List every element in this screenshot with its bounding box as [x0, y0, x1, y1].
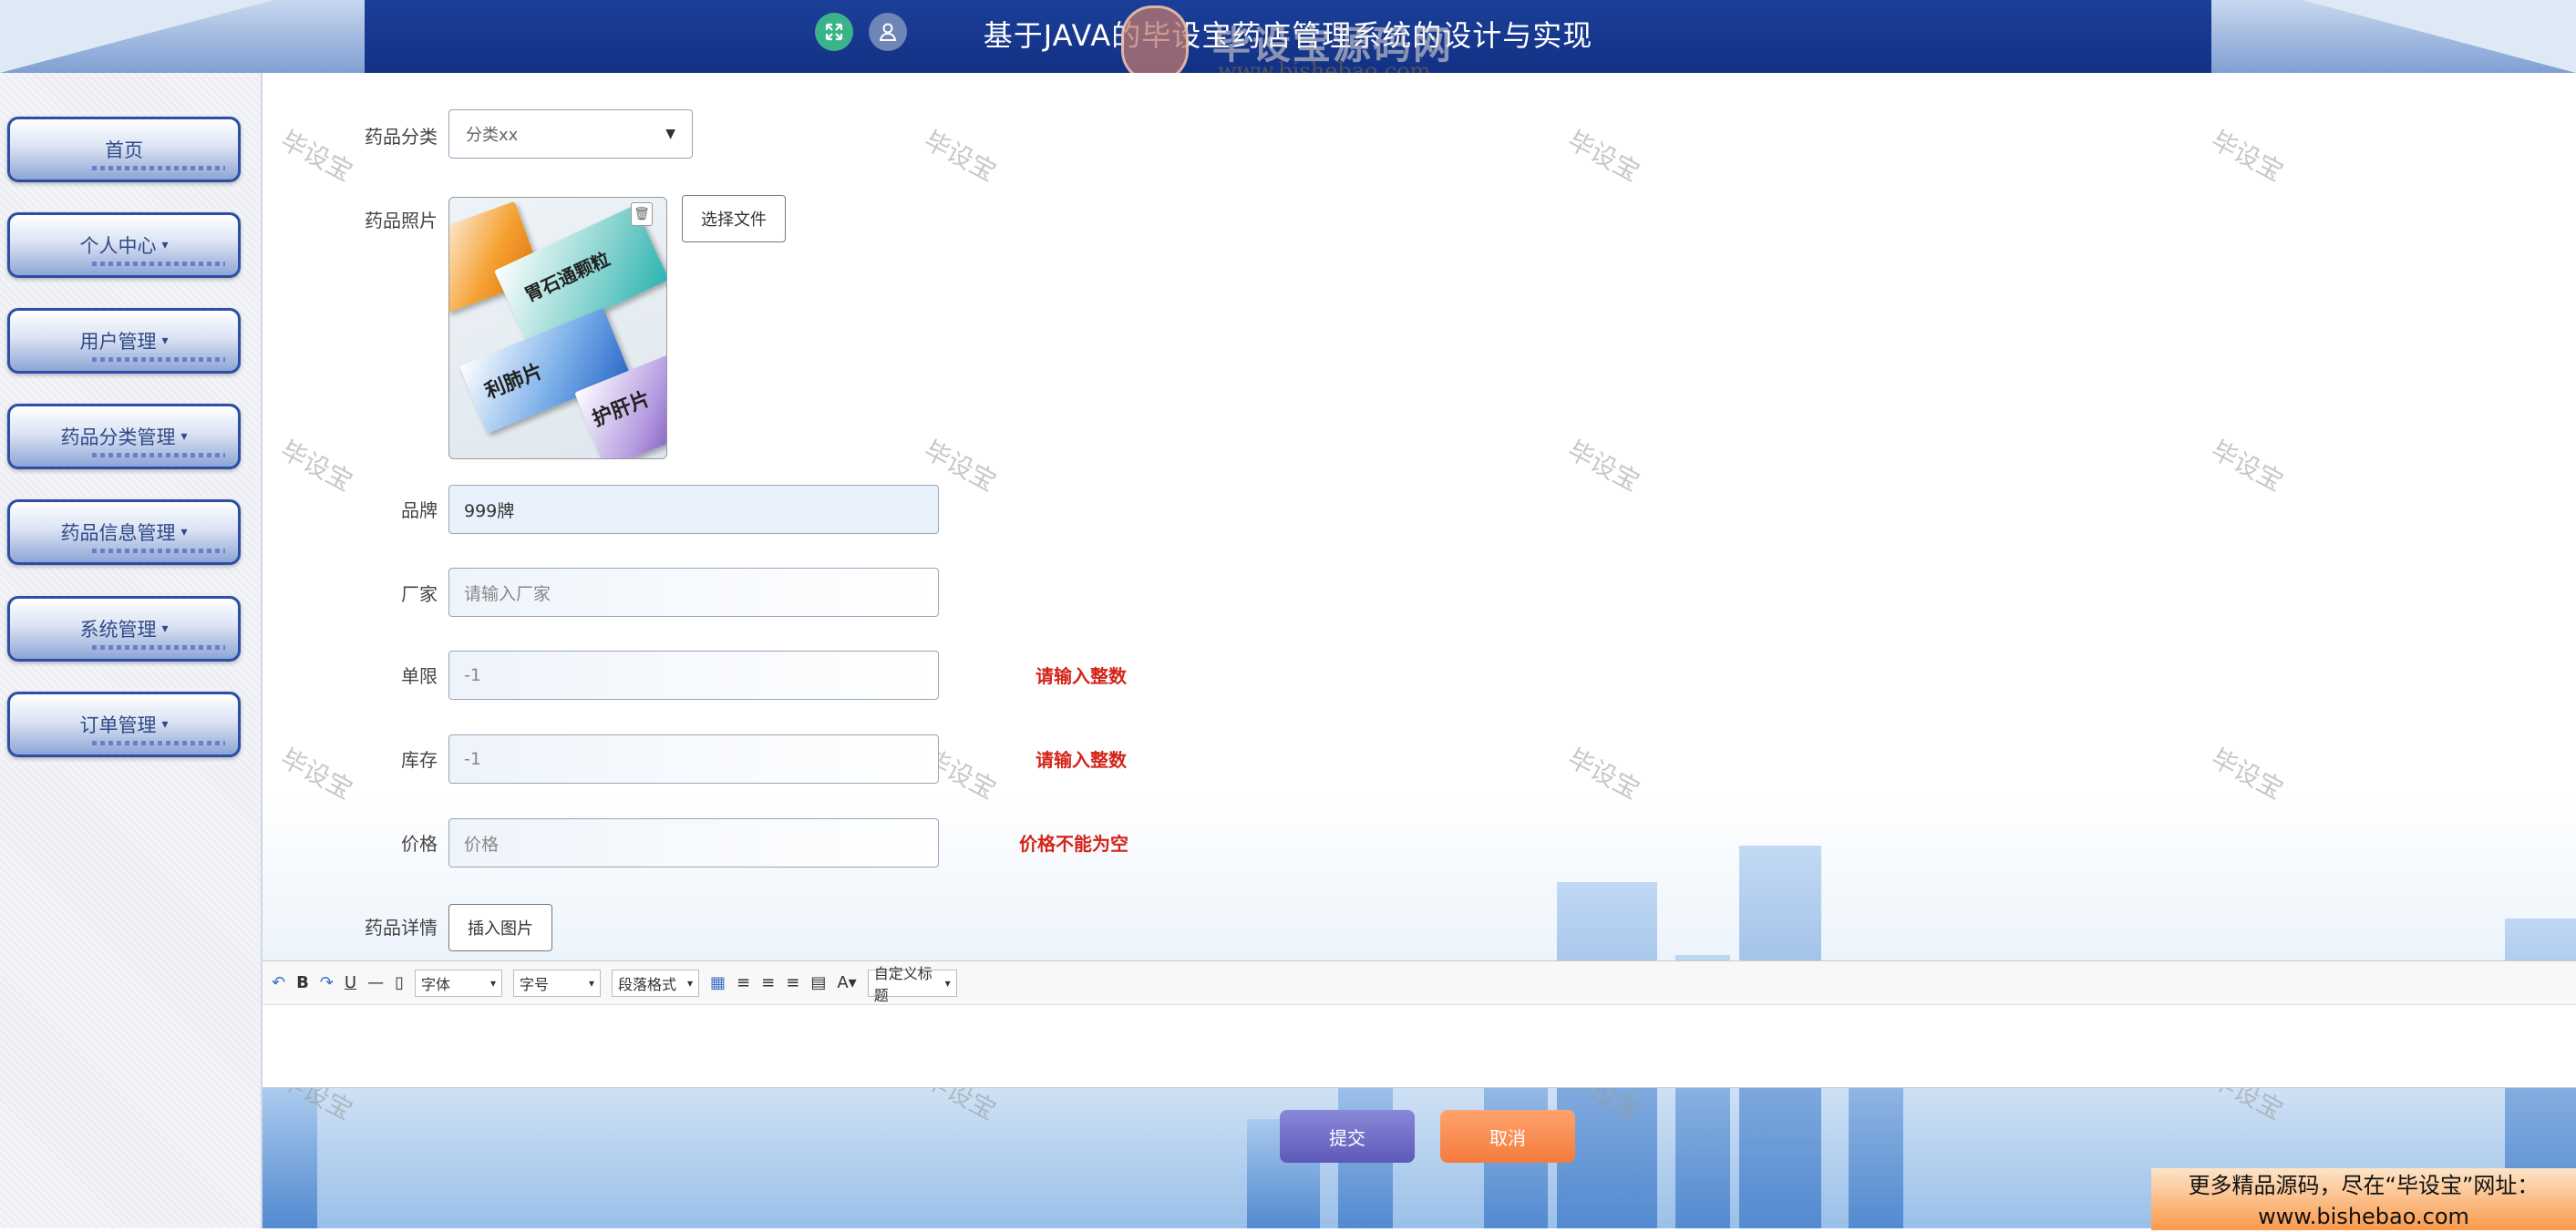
price-input[interactable]: 价格: [448, 818, 939, 868]
sidebar-item-user-management[interactable]: 用户管理 ▾: [7, 308, 241, 374]
chevron-down-icon: ▾: [489, 976, 497, 990]
caret-down-icon: ▾: [161, 334, 169, 348]
top-header: 基于JAVA的毕设宝药店管理系统的设计与实现 毕设宝源码网 www.bisheb…: [0, 0, 2576, 73]
manufacturer-label: 厂家: [401, 583, 438, 605]
watermark: 毕设宝: [275, 125, 358, 188]
editor-toolbar: ↶ B ↷ U — ▯ 字体 ▾ 字号 ▾ 段落格式 ▾ ▦ ≡ ≡ ≡ ▤ A▾ 自…: [263, 961, 2576, 1005]
drug-photo-preview: 胃石通颗粒 利肺片 护肝片: [448, 197, 667, 459]
box-label: 护肝片: [589, 387, 654, 432]
font-family-select-label: 字体: [421, 975, 451, 993]
font-size-select[interactable]: 字号 ▾: [513, 969, 602, 997]
rich-text-editor[interactable]: ↶ B ↷ U — ▯ 字体 ▾ 字号 ▾ 段落格式 ▾ ▦ ≡ ≡ ≡ ▤ A▾ 自…: [263, 960, 2576, 1088]
redo-icon[interactable]: ↷: [320, 973, 334, 992]
chevron-down-icon: ▼: [665, 127, 675, 141]
sidebar-item-system-management[interactable]: 系统管理 ▾: [7, 596, 241, 662]
table-icon[interactable]: ▦: [710, 973, 726, 992]
caret-down-icon: ▾: [161, 238, 169, 252]
caret-down-icon: ▾: [180, 429, 188, 444]
caret-down-icon: ▾: [161, 621, 169, 636]
sidebar: 首页 个人中心 ▾ 用户管理 ▾ 药品分类管理 ▾ 药品信息管理 ▾ 系统管理 ▾ 订单管…: [0, 73, 263, 1228]
manufacturer-input[interactable]: 请输入厂家: [448, 568, 939, 617]
limit-error: 请输入整数: [1036, 665, 1127, 687]
paragraph-format-select[interactable]: 段落格式 ▾: [612, 969, 700, 997]
insert-image-button[interactable]: 插入图片: [448, 904, 552, 951]
sidebar-item-label: 用户管理: [79, 331, 157, 353]
manufacturer-placeholder: 请输入厂家: [464, 583, 551, 604]
font-family-select[interactable]: 字体 ▾: [415, 969, 503, 997]
category-label: 药品分类: [365, 126, 438, 148]
cancel-button[interactable]: 取消: [1440, 1110, 1575, 1163]
category-select-value: 分类xx: [466, 126, 519, 145]
limit-input-value: -1: [464, 665, 481, 685]
chevron-down-icon: ▾: [686, 976, 694, 990]
watermark: 毕设宝: [919, 125, 1002, 188]
font-size-select-label: 字号: [520, 975, 550, 993]
sidebar-item-drug-info-management[interactable]: 药品信息管理 ▾: [7, 499, 241, 565]
paragraph-format-select-label: 段落格式: [618, 975, 677, 993]
font-color-icon[interactable]: A▾: [837, 973, 856, 992]
detail-label: 药品详情: [365, 917, 438, 939]
brand-label: 品牌: [401, 499, 438, 521]
main-content: 毕设宝 毕设宝 毕设宝 毕设宝 毕设宝 毕设宝 毕设宝 毕设宝 毕设宝 毕设宝 …: [263, 73, 2576, 1228]
price-placeholder: 价格: [464, 834, 500, 855]
watermark: 毕设宝: [2206, 125, 2289, 188]
clear-format-icon[interactable]: ▯: [395, 973, 404, 992]
promo-banner: 更多精品源码，尽在“毕设宝”网址： www.bishebao.com: [2151, 1168, 2576, 1230]
underline-icon[interactable]: U: [345, 973, 356, 992]
stock-label: 库存: [401, 749, 438, 771]
brand-input[interactable]: 999牌: [448, 485, 939, 534]
sidebar-item-label: 药品分类管理: [60, 426, 176, 448]
horizontal-rule-icon[interactable]: —: [367, 973, 384, 992]
stock-input-value: -1: [464, 749, 481, 769]
brand-input-value: 999牌: [464, 500, 515, 521]
limit-label: 单限: [401, 665, 438, 687]
sidebar-item-order-management[interactable]: 订单管理 ▾: [7, 692, 241, 757]
sidebar-item-label: 系统管理: [79, 619, 157, 641]
sidebar-item-label: 首页: [105, 139, 143, 161]
caret-down-icon: ▾: [180, 525, 188, 539]
sidebar-item-personal-center[interactable]: 个人中心 ▾: [7, 212, 241, 278]
stock-error: 请输入整数: [1036, 749, 1127, 771]
box-label: 利肺片: [481, 360, 547, 405]
sidebar-item-label: 药品信息管理: [60, 522, 176, 544]
chevron-down-icon: ▾: [944, 976, 951, 990]
box-label: 胃石通颗粒: [520, 247, 613, 306]
category-select[interactable]: 分类xx ▼: [448, 109, 693, 159]
promo-line-2: www.bishebao.com: [2258, 1204, 2469, 1229]
page-title: 基于JAVA的毕设宝药店管理系统的设计与实现: [983, 18, 1593, 53]
price-error: 价格不能为空: [1019, 833, 1128, 855]
align-right-icon[interactable]: ≡: [761, 973, 775, 992]
sidebar-item-drug-category-management[interactable]: 药品分类管理 ▾: [7, 404, 241, 469]
sidebar-item-label: 订单管理: [79, 714, 157, 736]
photo-label: 药品照片: [365, 210, 438, 231]
align-left-icon[interactable]: ≡: [737, 973, 750, 992]
submit-button[interactable]: 提交: [1280, 1110, 1415, 1163]
price-label: 价格: [401, 833, 438, 855]
caret-down-icon: ▾: [161, 717, 169, 732]
sidebar-item-label: 个人中心: [79, 235, 157, 257]
align-justify-icon[interactable]: ▤: [810, 973, 826, 992]
custom-title-select[interactable]: 自定义标题 ▾: [867, 965, 957, 1004]
custom-title-select-label: 自定义标题: [873, 964, 933, 1004]
watermark: 毕设宝: [275, 435, 358, 498]
chevron-down-icon: ▾: [588, 976, 595, 990]
align-center-icon[interactable]: ≡: [786, 973, 799, 992]
limit-input[interactable]: -1: [448, 651, 939, 700]
sidebar-item-home[interactable]: 首页: [7, 117, 241, 182]
watermark: 毕设宝: [2206, 435, 2289, 498]
watermark: 毕设宝: [1562, 435, 1645, 498]
undo-icon[interactable]: ↶: [272, 973, 285, 992]
stock-input[interactable]: -1: [448, 734, 939, 784]
promo-line-1: 更多精品源码，尽在“毕设宝”网址：: [2188, 1173, 2540, 1198]
watermark: 毕设宝: [1562, 125, 1645, 188]
bold-icon[interactable]: B: [296, 973, 309, 992]
choose-file-button[interactable]: 选择文件: [682, 195, 786, 242]
trash-icon[interactable]: 🗑: [631, 202, 653, 226]
